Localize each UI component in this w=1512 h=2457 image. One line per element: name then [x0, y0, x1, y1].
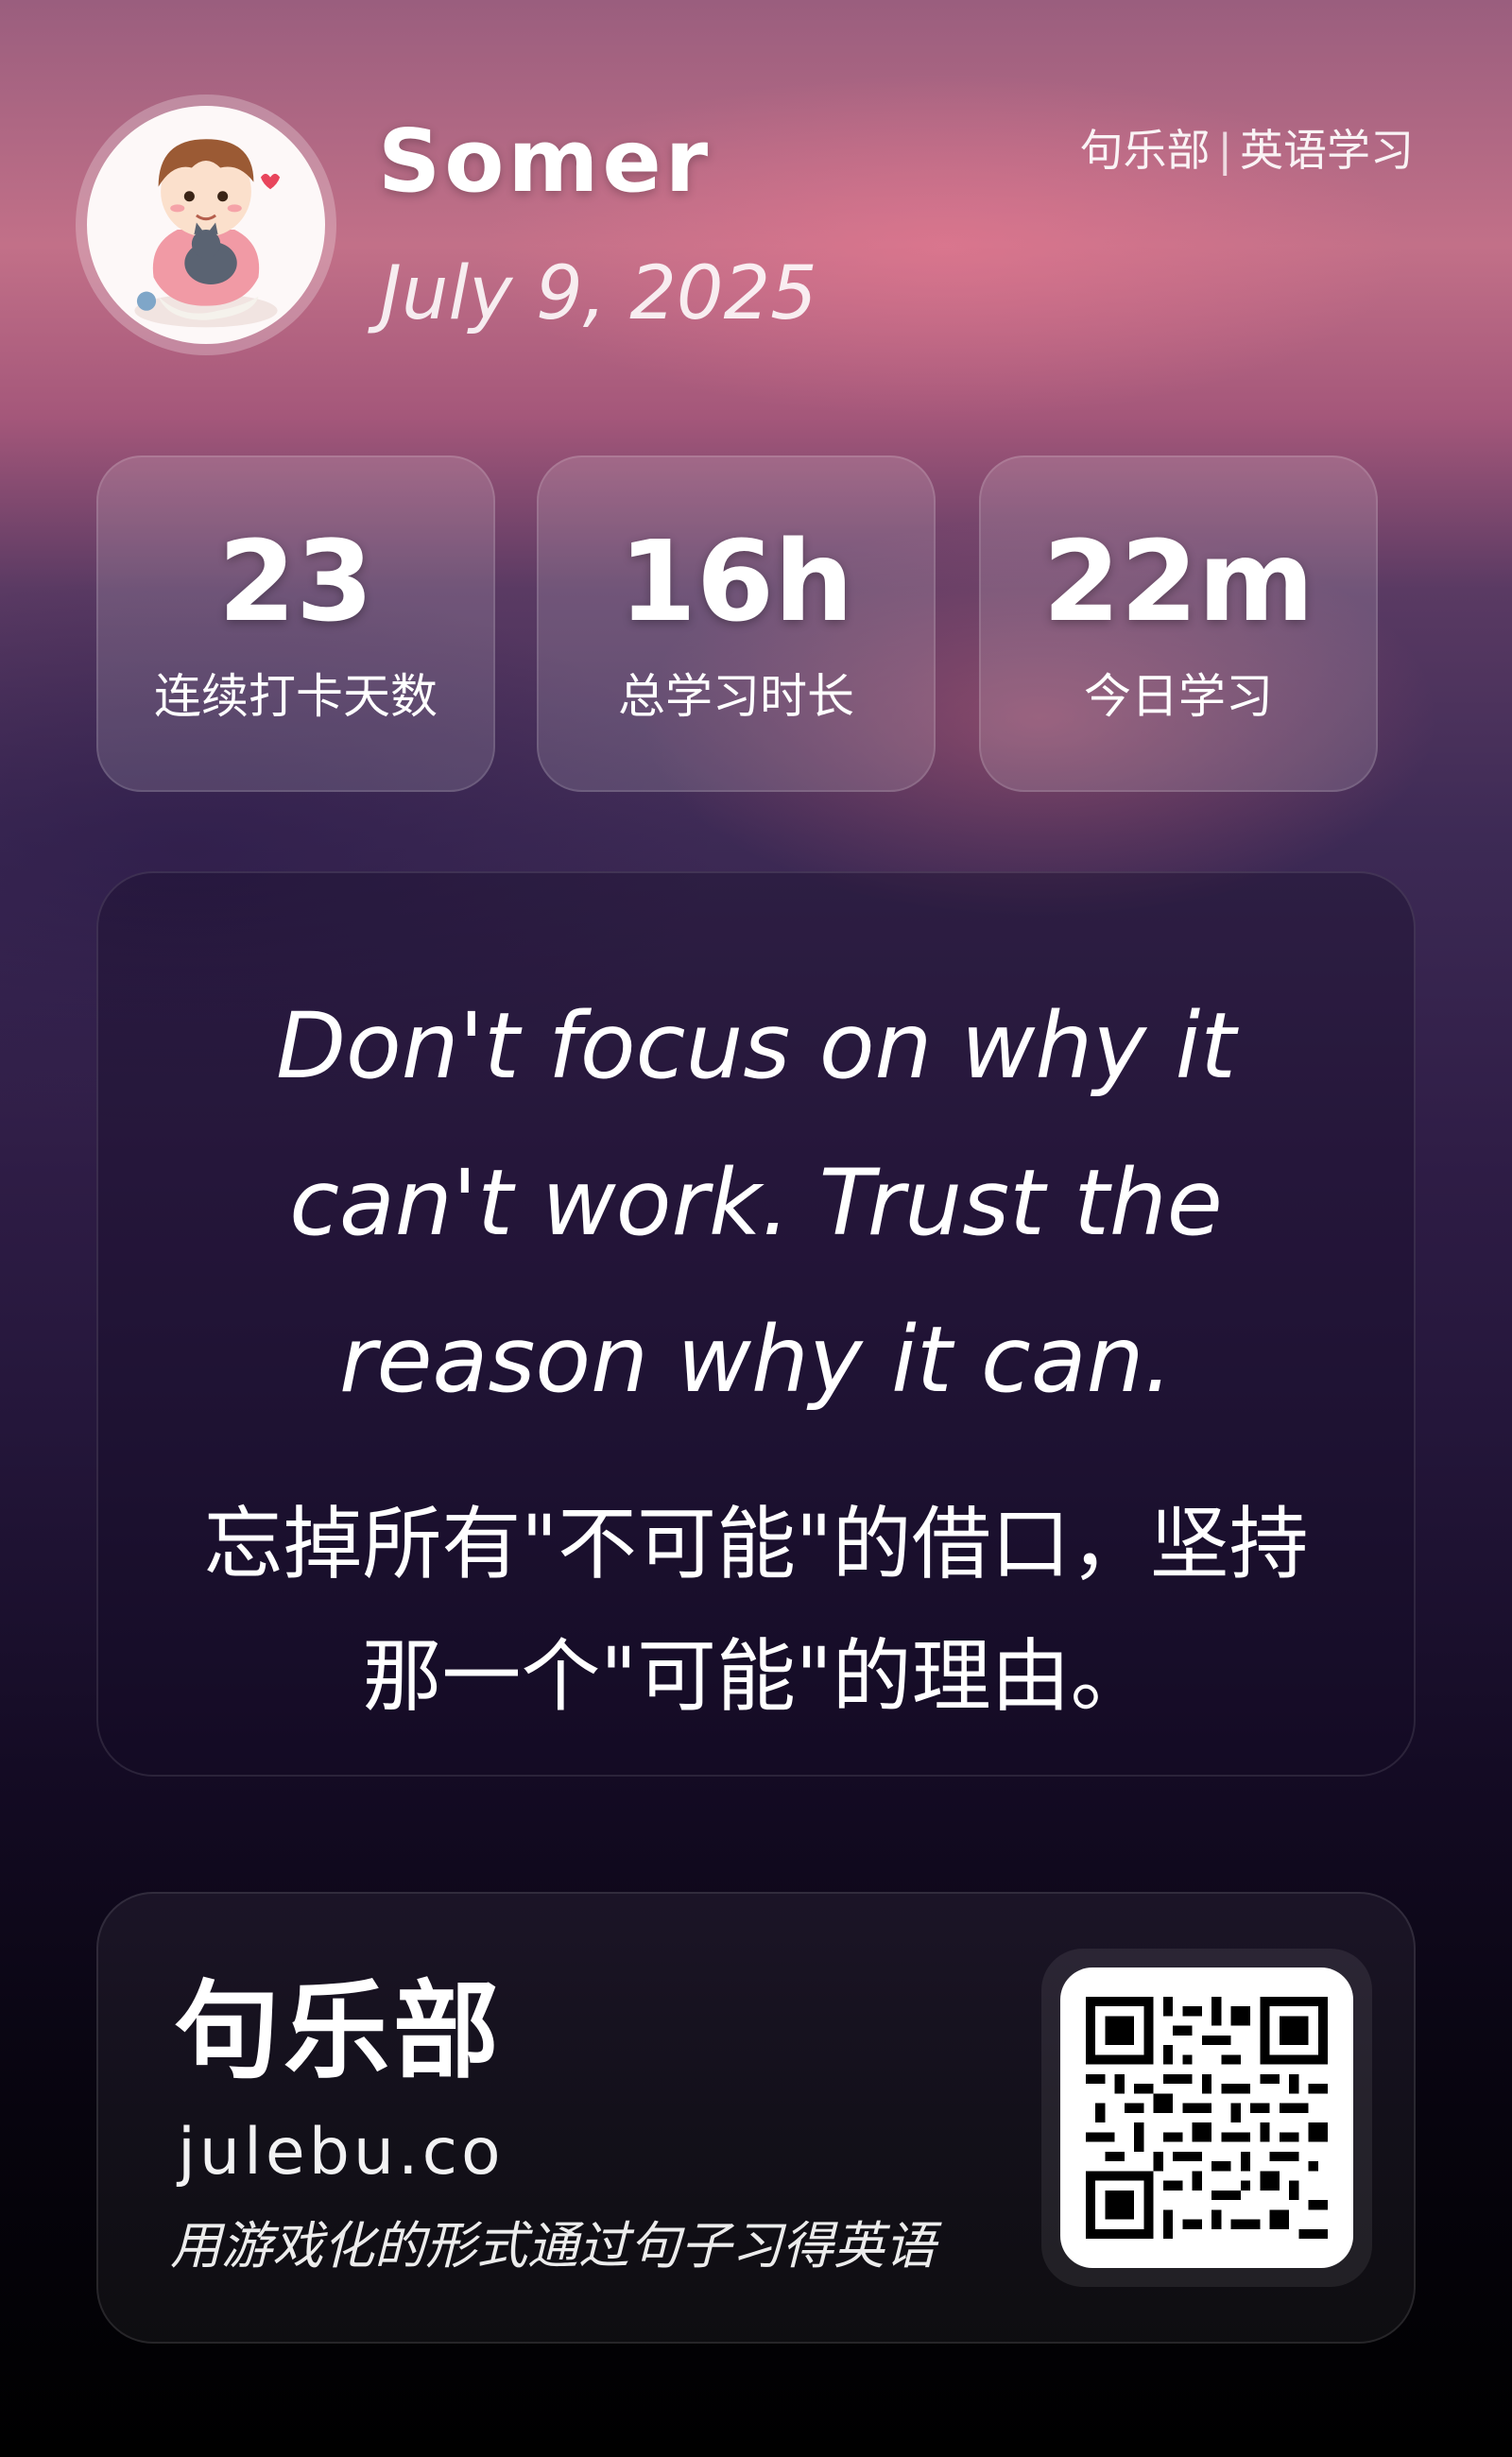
stat-value-today: 22m [1042, 516, 1314, 646]
stat-value-total-time: 16h [618, 516, 854, 646]
stat-label-streak: 连续打卡天数 [154, 669, 438, 724]
cartoon-boy-with-cat-icon [134, 139, 281, 328]
footer-slogan: 用游戏化的形式通过句子习得英语 [170, 2216, 936, 2276]
quote-chinese: 忘掉所有"不可能"的借口，坚持那一个"可能"的理由。 [203, 1498, 1309, 1723]
stat-label-total-time: 总学习时长 [618, 669, 854, 724]
avatar[interactable] [76, 94, 336, 355]
brand-tag-name: 句乐部 [1079, 125, 1211, 176]
stat-label-today: 今日学习 [1084, 669, 1273, 724]
qr-code-icon [1086, 1997, 1328, 2239]
date-label: July 9, 2025 [380, 251, 817, 336]
brand-tag-separator: | [1217, 125, 1233, 176]
stat-card-today: 22m 今日学习 [979, 455, 1378, 792]
stat-value-streak: 23 [217, 516, 374, 646]
quote-card: Don't focus on why it can't work. Trust … [96, 871, 1416, 1777]
stat-card-streak: 23 连续打卡天数 [96, 455, 495, 792]
footer-brand-title: 句乐部 [174, 1970, 503, 2093]
brand-tag: 句乐部 | 英语学习 [1080, 129, 1415, 172]
stat-card-total-time: 16h 总学习时长 [537, 455, 936, 792]
brand-tag-category: 英语学习 [1240, 125, 1414, 176]
qr-code[interactable] [1041, 1949, 1372, 2287]
footer-url[interactable]: julebu.co [178, 2121, 505, 2185]
quote-english: Don't focus on why it can't work. Trust … [276, 993, 1236, 1413]
footer-card: 句乐部 julebu.co 用游戏化的形式通过句子习得英语 [96, 1892, 1416, 2344]
username: Somer [378, 111, 713, 212]
